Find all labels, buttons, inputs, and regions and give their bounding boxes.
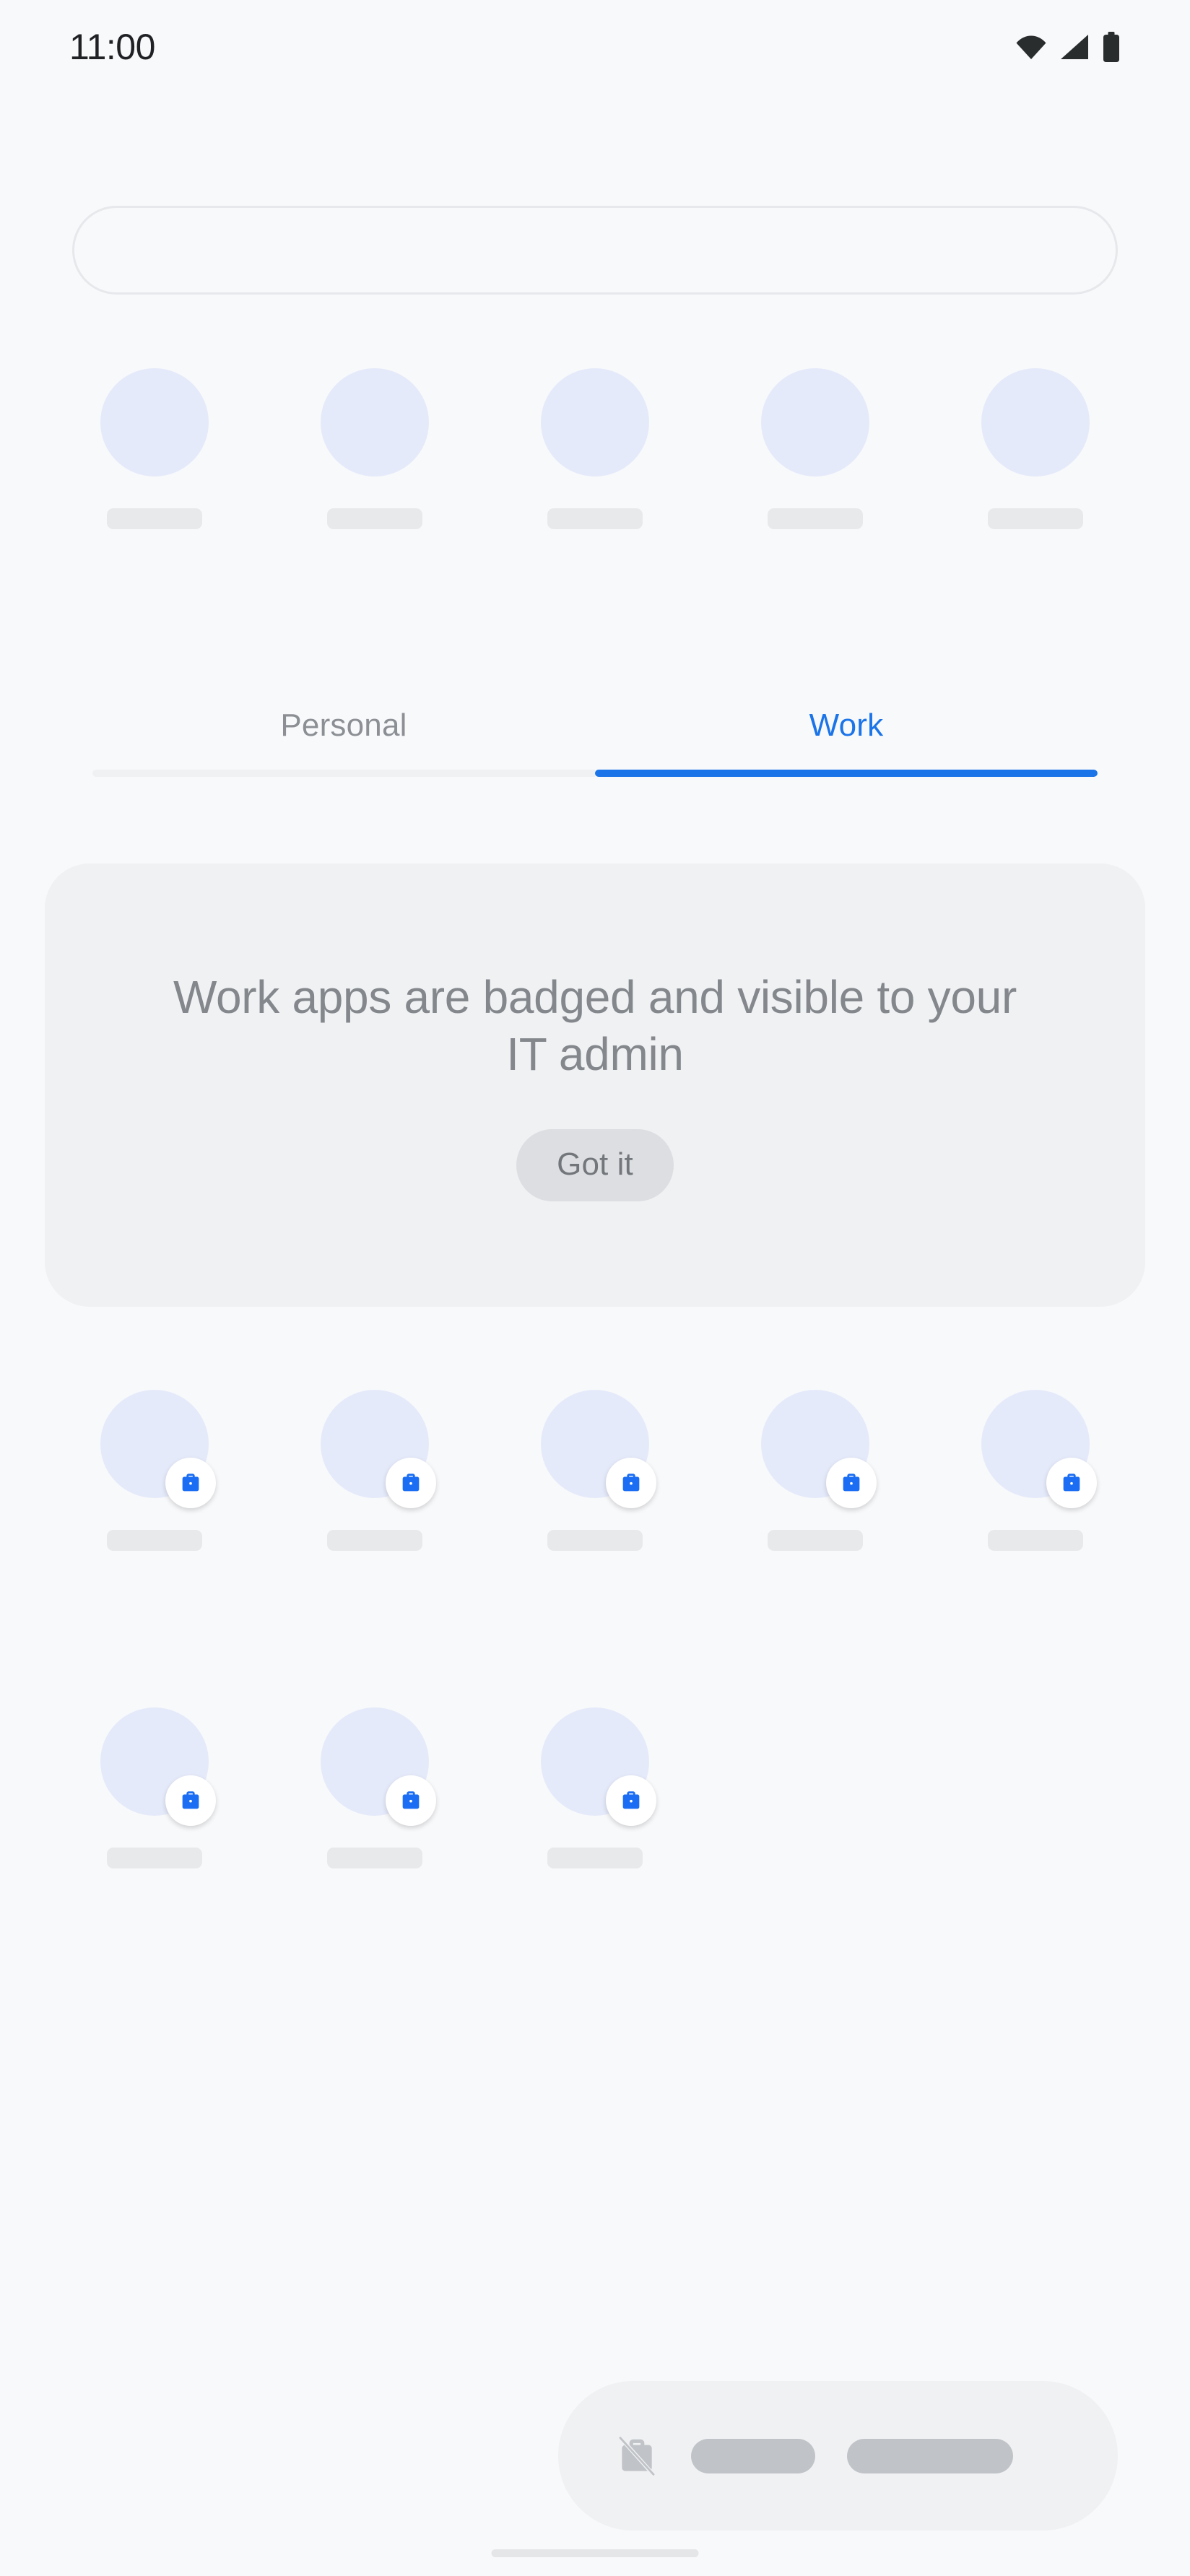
tab-work[interactable]: Work: [595, 708, 1098, 770]
tab-indicator-work: [595, 770, 1098, 777]
work-app-item[interactable]: [46, 1707, 263, 1868]
app-label-placeholder: [547, 1530, 643, 1551]
bottom-bar-action-placeholder[interactable]: [847, 2438, 1013, 2473]
app-icon-placeholder: [540, 368, 649, 477]
app-label-placeholder: [547, 508, 643, 529]
work-app-item[interactable]: [266, 1390, 483, 1551]
app-label-placeholder: [107, 508, 203, 529]
app-label-placeholder: [767, 1530, 863, 1551]
app-icon-placeholder: [321, 368, 430, 477]
app-icon-wrapper: [100, 1390, 217, 1508]
work-badge-icon: [386, 1775, 437, 1826]
app-icon-wrapper: [321, 1707, 437, 1826]
work-app-item[interactable]: [927, 1390, 1144, 1551]
work-badge-icon: [386, 1458, 437, 1508]
app-icon-wrapper: [540, 368, 649, 477]
status-bar: 11:00: [0, 0, 1190, 94]
work-app-item[interactable]: [266, 1707, 483, 1868]
work-badge-icon: [1046, 1458, 1097, 1508]
app-label-placeholder: [107, 1530, 203, 1551]
app-icon-wrapper: [981, 368, 1090, 477]
work-app-item[interactable]: [487, 1390, 703, 1551]
app-icon-placeholder: [760, 368, 869, 477]
work-profile-info-card: Work apps are badged and visible to your…: [45, 863, 1145, 1307]
app-icon-wrapper: [321, 1390, 437, 1508]
work-apps-grid-row-2: [45, 1707, 1145, 1868]
app-label-placeholder: [107, 1848, 203, 1868]
app-label-placeholder: [327, 1848, 423, 1868]
app-label-placeholder: [767, 508, 863, 529]
app-item[interactable]: [707, 368, 924, 529]
app-icon-wrapper: [981, 1390, 1097, 1508]
work-badge-icon: [165, 1458, 217, 1508]
bottom-bar-label-placeholder: [691, 2438, 815, 2473]
home-indicator[interactable]: [491, 2549, 699, 2557]
search-input[interactable]: [72, 206, 1118, 295]
work-profile-toggle-bar[interactable]: [558, 2381, 1118, 2531]
tab-row: Personal Work: [92, 708, 1098, 770]
app-icon-wrapper: [321, 368, 430, 477]
app-icon-placeholder: [981, 368, 1090, 477]
app-icon-wrapper: [540, 1707, 656, 1826]
work-app-item[interactable]: [46, 1390, 263, 1551]
work-badge-icon: [825, 1458, 877, 1508]
profile-tabs: Personal Work: [92, 708, 1098, 777]
app-label-placeholder: [327, 1530, 423, 1551]
app-icon-wrapper: [100, 1707, 217, 1826]
app-item[interactable]: [487, 368, 703, 529]
app-icon-wrapper: [760, 368, 869, 477]
app-label-placeholder: [987, 508, 1083, 529]
app-icon-wrapper: [100, 368, 209, 477]
app-icon-wrapper: [540, 1390, 656, 1508]
work-app-item[interactable]: [707, 1390, 924, 1551]
work-badge-icon: [605, 1458, 656, 1508]
battery-icon: [1102, 32, 1121, 62]
work-badge-icon: [165, 1775, 217, 1826]
app-icon-wrapper: [760, 1390, 877, 1508]
work-off-icon[interactable]: [614, 2434, 659, 2479]
app-label-placeholder: [987, 1530, 1083, 1551]
app-item[interactable]: [266, 368, 483, 529]
predicted-apps-grid: [45, 368, 1145, 529]
status-icons: [1015, 32, 1121, 62]
status-clock: 11:00: [69, 27, 155, 67]
app-item[interactable]: [927, 368, 1144, 529]
info-card-title: Work apps are badged and visible to your…: [173, 970, 1017, 1080]
work-app-item[interactable]: [487, 1707, 703, 1868]
tab-indicator-personal: [92, 770, 595, 777]
tab-indicator-track: [92, 770, 1098, 777]
work-apps-grid-row-1: [45, 1390, 1145, 1551]
got-it-button[interactable]: Got it: [516, 1129, 674, 1202]
wifi-icon: [1015, 34, 1047, 60]
app-label-placeholder: [327, 508, 423, 529]
app-icon-placeholder: [100, 368, 209, 477]
cellular-signal-icon: [1059, 34, 1090, 60]
work-badge-icon: [605, 1775, 656, 1826]
app-item[interactable]: [46, 368, 263, 529]
tab-personal[interactable]: Personal: [92, 708, 595, 770]
app-label-placeholder: [547, 1848, 643, 1868]
